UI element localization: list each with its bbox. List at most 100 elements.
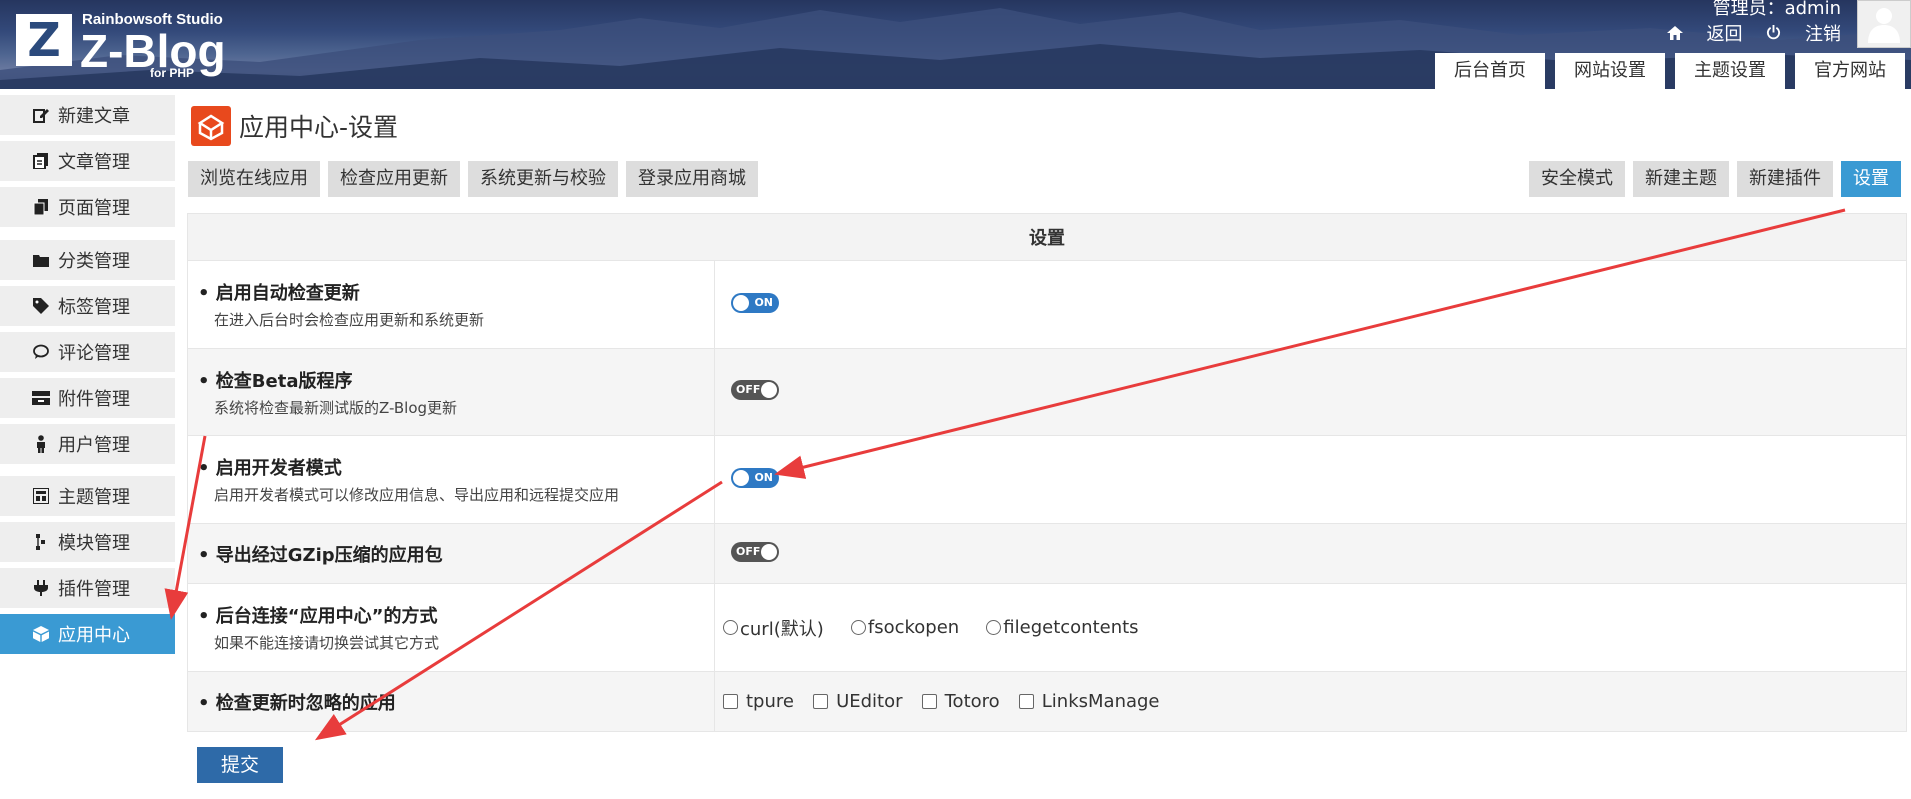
tab-dashboard[interactable]: 后台首页 [1435,53,1545,89]
setting-desc: 系统将检查最新测试版的Z-Blog更新 [214,398,458,417]
checkbox[interactable] [1018,693,1034,709]
gzip-toggle[interactable]: OFF [731,541,779,562]
header-banner: Z Rainbowsoft Studio Z-Blog for PHP 管理员：… [0,0,1911,89]
checkbox[interactable] [813,693,829,709]
page-title-text: 应用中心-设置 [239,113,399,142]
dev-mode-toggle[interactable]: ON [731,467,779,488]
sidebar-item-label: 评论管理 [58,343,130,364]
connect-option-curl[interactable]: curl(默认) [723,615,824,641]
sidebar-item-app-center[interactable]: 应用中心 [0,614,175,654]
app-center-actions: 浏览在线应用 检查应用更新 系统更新与校验 登录应用商城 [188,161,758,197]
ignore-option-linksmanage[interactable]: LinksManage [1018,690,1160,712]
toggle-knob [733,469,749,486]
sidebar-item-comments[interactable]: 评论管理 [0,332,175,372]
sidebar-item-label: 页面管理 [58,198,130,219]
sidebar-item-users[interactable]: 用户管理 [0,424,175,464]
avatar-user-icon [1868,8,1900,43]
settings-table-header: 设置 [187,213,1907,261]
sidebar-item-label: 用户管理 [58,435,130,456]
setting-desc: 如果不能连接请切换尝试其它方式 [214,634,440,652]
sidebar-item-attachments[interactable]: 附件管理 [0,378,175,418]
setting-title: 后台连接“应用中心”的方式 [198,602,714,628]
radio-button[interactable] [850,620,866,635]
setting-row-gzip: 导出经过GZip压缩的应用包 OFF [187,523,1907,584]
sidebar-item-label: 分类管理 [58,251,130,272]
toggle-state: OFF [736,383,761,396]
ignore-option-tpure[interactable]: tpure [723,691,794,712]
power-icon [1767,25,1781,40]
radio-button[interactable] [723,620,738,635]
sidebar-item-label: 新建文章 [58,106,130,127]
logout-label: 注销 [1805,24,1841,45]
browse-online-apps-button[interactable]: 浏览在线应用 [188,161,320,197]
setting-row-dev-mode: 启用开发者模式 启用开发者模式可以修改应用信息、导出应用和远程提交应用 ON [187,435,1907,524]
sidebar-item-pages[interactable]: 页面管理 [0,187,175,227]
sidebar-item-label: 插件管理 [58,579,130,600]
sidebar-item-label: 应用中心 [58,625,130,646]
ignore-option-ueditor[interactable]: UEditor [813,690,903,712]
sidebar-item-label: 主题管理 [58,487,130,508]
setting-title: 检查Beta版程序 [198,367,714,393]
back-link[interactable]: 返回 [1666,24,1748,45]
check-app-updates-button[interactable]: 检查应用更新 [328,161,460,197]
settings-button[interactable]: 设置 [1841,161,1901,197]
sidebar-item-label: 文章管理 [58,152,130,173]
setting-row-ignored-apps: 检查更新时忽略的应用 tpure UEditor Totoro LinksMan… [187,671,1907,732]
setting-desc: 启用开发者模式可以修改应用信息、导出应用和远程提交应用 [214,486,620,504]
checkbox[interactable] [723,693,738,709]
sidebar-item-label: 附件管理 [58,389,130,410]
option-label: UEditor [836,690,903,712]
comment-icon [32,343,50,361]
tab-site-settings[interactable]: 网站设置 [1555,53,1665,89]
tab-official-site[interactable]: 官方网站 [1795,53,1905,89]
admin-label: 管理员：admin [1712,0,1841,19]
sidebar-item-label: 模块管理 [58,533,130,554]
submit-button[interactable]: 提交 [197,747,283,783]
toggle-state: ON [754,295,773,309]
checkbox[interactable] [921,693,937,709]
toggle-state: ON [754,470,773,484]
connect-option-filegetcontents[interactable]: filegetcontents [986,617,1139,638]
logo-php-text: for PHP [150,66,195,80]
sidebar-item-modules[interactable]: 模块管理 [0,522,175,562]
toggle-knob [733,294,749,311]
ignore-option-totoro[interactable]: Totoro [921,690,1000,712]
sidebar-item-new-article[interactable]: 新建文章 [0,95,175,135]
plugin-icon [32,579,50,597]
sidebar-item-plugins[interactable]: 插件管理 [0,568,175,608]
login-app-store-button[interactable]: 登录应用商城 [626,161,758,197]
pages-icon [32,198,50,216]
option-label: filegetcontents [1003,617,1139,638]
folder-icon [32,251,50,269]
setting-title: 启用自动检查更新 [198,279,714,305]
sidebar-item-categories[interactable]: 分类管理 [0,240,175,280]
sidebar-item-themes[interactable]: 主题管理 [0,476,175,516]
sidebar-item-articles[interactable]: 文章管理 [0,141,175,181]
setting-desc: 在进入后台时会检查应用更新和系统更新 [214,311,485,329]
beta-toggle[interactable]: OFF [731,380,779,400]
app-center-icon [32,625,50,643]
setting-title: 启用开发者模式 [198,454,714,480]
back-label: 返回 [1706,24,1743,45]
option-label: curl(默认) [740,618,824,640]
sidebar-item-label: 标签管理 [58,297,130,318]
option-label: fsockopen [867,617,960,638]
setting-row-beta: 检查Beta版程序 系统将检查最新测试版的Z-Blog更新 OFF [187,348,1907,436]
connect-option-fsockopen[interactable]: fsockopen [850,617,960,638]
setting-row-auto-check: 启用自动检查更新 在进入后台时会检查应用更新和系统更新 ON [187,260,1907,349]
sidebar-item-tags[interactable]: 标签管理 [0,286,175,326]
auto-check-toggle[interactable]: ON [731,292,779,313]
settings-table: 设置 启用自动检查更新 在进入后台时会检查应用更新和系统更新 ON 检查Beta… [187,213,1907,732]
logout-link[interactable]: 注销 [1766,24,1841,45]
setting-row-connect-method: 后台连接“应用中心”的方式 如果不能连接请切换尝试其它方式 curl(默认) f… [187,583,1907,672]
system-update-verify-button[interactable]: 系统更新与校验 [468,161,618,197]
app-center-secondary-actions: 安全模式 新建主题 新建插件 设置 [1529,161,1901,197]
avatar[interactable] [1857,0,1911,48]
new-plugin-button[interactable]: 新建插件 [1737,161,1833,197]
radio-button[interactable] [986,620,1002,635]
tab-theme-settings[interactable]: 主题设置 [1675,53,1785,89]
option-label: Totoro [944,690,1000,712]
new-theme-button[interactable]: 新建主题 [1633,161,1729,197]
safe-mode-button[interactable]: 安全模式 [1529,161,1625,197]
option-label: LinksManage [1041,690,1160,712]
